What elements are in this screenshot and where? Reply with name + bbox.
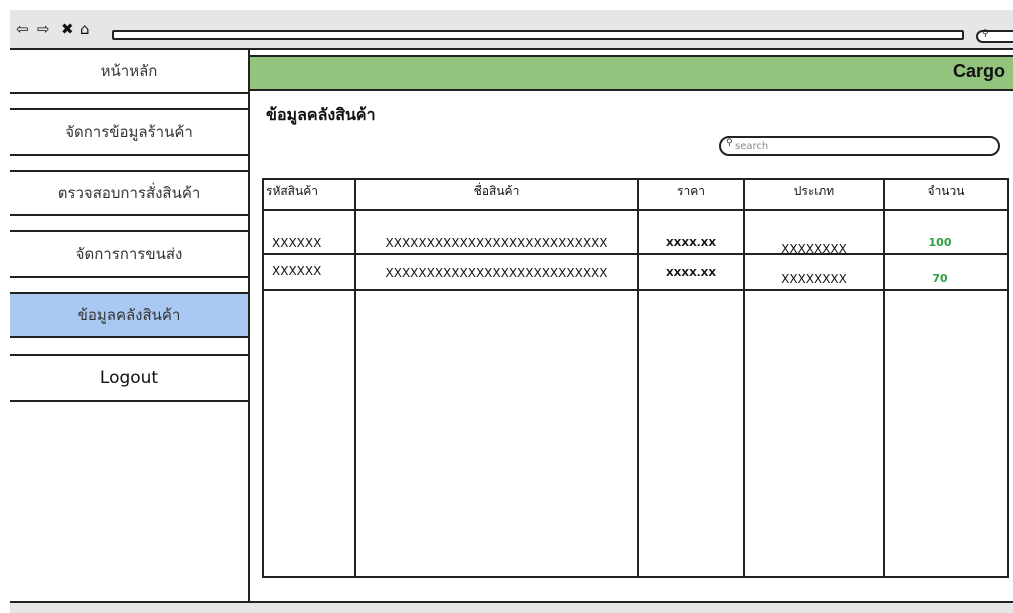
address-bar[interactable] xyxy=(112,30,964,40)
browser-search-field[interactable]: ⚲ xyxy=(976,29,1013,43)
cell-type: XXXXXXXX xyxy=(781,242,847,256)
search-box[interactable]: ⚲ xyxy=(719,136,1000,156)
table-header-divider xyxy=(262,209,1009,211)
sidebar-item-label: จัดการการขนส่ง xyxy=(75,245,183,263)
search-icon: ⚲ xyxy=(982,29,989,39)
sidebar-item-home[interactable]: หน้าหลัก xyxy=(10,50,248,94)
sidebar-item-check-orders[interactable]: ตรวจสอบการสั่งสินค้า xyxy=(10,170,248,216)
cell-quantity: 100 xyxy=(928,236,952,249)
cell-price: XXXX.XX xyxy=(665,268,717,279)
column-header-name[interactable]: ชื่อสินค้า xyxy=(356,182,637,201)
status-bar xyxy=(10,601,1013,613)
back-arrow-icon[interactable]: ⇦ xyxy=(16,22,29,37)
sidebar-item-label: ข้อมูลคลังสินค้า xyxy=(77,306,181,324)
cell-quantity: 70 xyxy=(932,272,948,285)
sidebar-item-label: หน้าหลัก xyxy=(100,62,158,80)
logout-button[interactable]: Logout xyxy=(10,354,248,402)
browser-toolbar: ⇦ ⇨ ✖ ⌂ ⚲ xyxy=(10,10,1013,50)
search-input[interactable] xyxy=(735,140,985,152)
close-icon[interactable]: ✖ xyxy=(61,22,74,37)
home-icon[interactable]: ⌂ xyxy=(80,22,90,37)
table-row-divider xyxy=(262,253,1009,255)
forward-arrow-icon[interactable]: ⇨ xyxy=(37,22,50,37)
cell-code: XXXXXX xyxy=(272,264,322,278)
table-row-divider xyxy=(262,289,1009,291)
cell-type: XXXXXXXX xyxy=(781,272,847,286)
cell-name: XXXXXXXXXXXXXXXXXXXXXXXXXXX xyxy=(385,236,608,250)
sidebar-item-label: จัดการข้อมูลร้านค้า xyxy=(65,123,193,141)
table-column-divider xyxy=(743,178,745,578)
search-icon: ⚲ xyxy=(726,138,733,148)
header-bar: Cargo xyxy=(250,55,1013,91)
column-header-code[interactable]: รหัสสินค้า xyxy=(266,182,352,201)
cell-price: XXXX.XX xyxy=(665,238,717,249)
column-header-type[interactable]: ประเภท xyxy=(745,182,883,201)
cell-name: XXXXXXXXXXXXXXXXXXXXXXXXXXX xyxy=(385,266,608,280)
logout-label: Logout xyxy=(99,368,159,388)
sidebar-item-inventory[interactable]: ข้อมูลคลังสินค้า xyxy=(10,292,248,338)
sidebar-item-label: ตรวจสอบการสั่งสินค้า xyxy=(57,184,201,202)
column-header-price[interactable]: ราคา xyxy=(639,182,743,201)
sidebar-item-manage-shipping[interactable]: จัดการการขนส่ง xyxy=(10,230,248,278)
column-header-quantity[interactable]: จำนวน xyxy=(885,182,1007,201)
sidebar-item-manage-store[interactable]: จัดการข้อมูลร้านค้า xyxy=(10,108,248,156)
cell-code: XXXXXX xyxy=(272,236,322,250)
brand-logo: Cargo xyxy=(952,61,1005,81)
page-title: ข้อมูลคลังสินค้า xyxy=(266,105,376,124)
